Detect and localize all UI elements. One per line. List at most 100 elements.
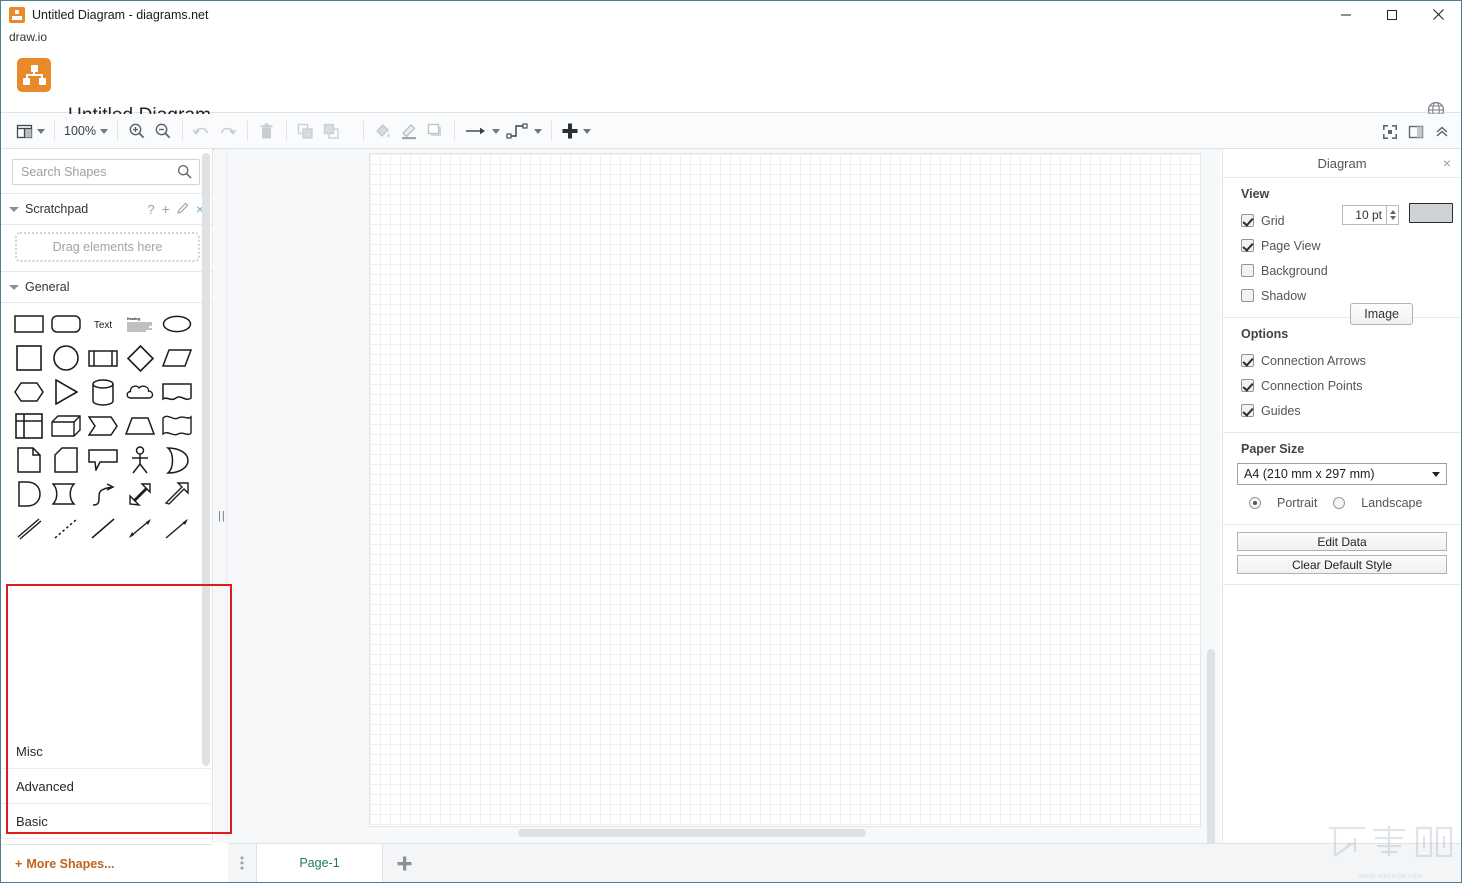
background-row[interactable]: Background xyxy=(1223,258,1461,283)
shape-rounded-rectangle[interactable] xyxy=(48,307,84,341)
shape-step[interactable] xyxy=(85,409,121,443)
fullscreen-icon[interactable] xyxy=(1377,117,1403,147)
shape-cube[interactable] xyxy=(48,409,84,443)
insert-plus-icon[interactable] xyxy=(558,116,594,146)
landscape-radio[interactable] xyxy=(1333,497,1346,509)
shape-or[interactable] xyxy=(159,443,195,477)
shape-line[interactable] xyxy=(85,511,121,545)
connection-arrows-row[interactable]: Connection Arrows xyxy=(1223,348,1461,373)
trash-icon[interactable] xyxy=(254,116,280,146)
add-page-button[interactable] xyxy=(383,844,425,883)
category-advanced[interactable]: Advanced xyxy=(1,769,212,804)
general-section-header[interactable]: General xyxy=(1,272,212,302)
shape-textbox[interactable]: Heading xyxy=(122,307,158,341)
shadow-checkbox[interactable] xyxy=(1241,289,1254,302)
grid-checkbox[interactable] xyxy=(1241,214,1254,227)
redo-icon[interactable] xyxy=(215,116,241,146)
shape-cylinder[interactable] xyxy=(85,375,121,409)
category-arrows[interactable]: Arrows xyxy=(1,839,212,843)
shadow-icon[interactable] xyxy=(422,116,448,146)
shape-rectangle[interactable] xyxy=(11,307,47,341)
paper-size-select[interactable]: A4 (210 mm x 297 mm) xyxy=(1237,463,1447,485)
line-color-icon[interactable] xyxy=(396,116,422,146)
shape-data-storage[interactable] xyxy=(48,477,84,511)
connection-arrows-checkbox[interactable] xyxy=(1241,354,1254,367)
send-to-back-icon[interactable] xyxy=(319,116,345,146)
format-panel-close-icon[interactable]: × xyxy=(1443,149,1451,178)
canvas-vertical-scrollbar[interactable] xyxy=(1207,649,1215,843)
chevron-down-icon[interactable] xyxy=(1432,472,1440,477)
shape-bidirectional-arrow[interactable] xyxy=(122,477,158,511)
maximize-button[interactable] xyxy=(1369,1,1415,28)
shape-callout[interactable] xyxy=(85,443,121,477)
grid-size-spinner[interactable] xyxy=(1386,205,1399,225)
shape-document[interactable] xyxy=(159,375,195,409)
diagram-page[interactable] xyxy=(370,154,1200,826)
page-tab[interactable]: Page-1 xyxy=(256,844,383,882)
portrait-radio[interactable] xyxy=(1249,497,1261,509)
view-layout-button[interactable] xyxy=(13,116,48,146)
format-panel-icon[interactable] xyxy=(1403,117,1429,147)
scratchpad-help-icon[interactable]: ? xyxy=(147,202,154,217)
minimize-button[interactable] xyxy=(1323,1,1369,28)
guides-checkbox[interactable] xyxy=(1241,404,1254,417)
shape-double-line[interactable] xyxy=(11,511,47,545)
scratchpad-header[interactable]: Scratchpad ? + × xyxy=(1,194,212,224)
scratchpad-dropzone[interactable]: Drag elements here xyxy=(15,232,200,262)
guides-row[interactable]: Guides xyxy=(1223,398,1461,423)
diagram-canvas[interactable] xyxy=(228,149,1221,843)
grid-size-stepper[interactable] xyxy=(1342,205,1399,225)
sidebar-scrollbar[interactable] xyxy=(202,153,210,766)
shape-note[interactable] xyxy=(11,443,47,477)
page-view-row[interactable]: Page View xyxy=(1223,233,1461,258)
shape-and[interactable] xyxy=(11,477,47,511)
zoom-level-button[interactable]: 100% xyxy=(61,116,111,146)
shape-bidirectional-line-arrow[interactable] xyxy=(122,511,158,545)
shape-diamond[interactable] xyxy=(122,341,158,375)
edit-data-button[interactable]: Edit Data xyxy=(1237,532,1447,551)
category-misc[interactable]: Misc xyxy=(1,734,212,769)
zoom-in-icon[interactable] xyxy=(124,116,150,146)
chevron-up-icon[interactable] xyxy=(1429,117,1455,147)
search-input[interactable] xyxy=(13,160,199,184)
shape-cloud[interactable] xyxy=(122,375,158,409)
chevron-down-icon[interactable] xyxy=(9,284,19,290)
grid-size-input[interactable] xyxy=(1342,205,1386,225)
clear-default-style-button[interactable]: Clear Default Style xyxy=(1237,555,1447,574)
grid-color-swatch[interactable] xyxy=(1409,203,1453,223)
kebab-menu-icon[interactable] xyxy=(228,844,256,883)
connection-arrow-icon[interactable] xyxy=(461,116,503,146)
shape-triangle[interactable] xyxy=(48,375,84,409)
bring-to-front-icon[interactable] xyxy=(293,116,319,146)
shape-curve[interactable] xyxy=(85,477,121,511)
canvas-horizontal-scrollbar[interactable] xyxy=(518,829,866,837)
undo-icon[interactable] xyxy=(189,116,215,146)
sidebar-splitter[interactable]: || xyxy=(214,149,228,843)
zoom-out-icon[interactable] xyxy=(150,116,176,146)
shape-card[interactable] xyxy=(48,443,84,477)
shape-process[interactable] xyxy=(85,341,121,375)
shape-line-arrow[interactable] xyxy=(159,511,195,545)
shape-hexagon[interactable] xyxy=(11,375,47,409)
search-shapes-box[interactable] xyxy=(12,159,200,185)
shape-internal-storage[interactable] xyxy=(11,409,47,443)
fill-color-icon[interactable] xyxy=(370,116,396,146)
background-checkbox[interactable] xyxy=(1241,264,1254,277)
shape-square[interactable] xyxy=(11,341,47,375)
shape-dashed-line[interactable] xyxy=(48,511,84,545)
connection-points-row[interactable]: Connection Points xyxy=(1223,373,1461,398)
page-view-checkbox[interactable] xyxy=(1241,239,1254,252)
shadow-row[interactable]: Shadow xyxy=(1223,283,1461,308)
shape-trapezoid[interactable] xyxy=(122,409,158,443)
connection-points-checkbox[interactable] xyxy=(1241,379,1254,392)
chevron-down-icon[interactable] xyxy=(9,206,19,212)
shape-parallelogram[interactable] xyxy=(159,341,195,375)
edge-style-icon[interactable] xyxy=(503,116,545,146)
more-shapes-button[interactable]: + More Shapes... xyxy=(1,857,115,871)
scratchpad-add-icon[interactable]: + xyxy=(162,202,170,216)
category-basic[interactable]: Basic xyxy=(1,804,212,839)
close-button[interactable] xyxy=(1415,1,1461,28)
splitter-grip-icon[interactable]: || xyxy=(218,511,225,523)
search-icon[interactable] xyxy=(177,164,192,179)
shape-text[interactable]: Text xyxy=(85,307,121,341)
